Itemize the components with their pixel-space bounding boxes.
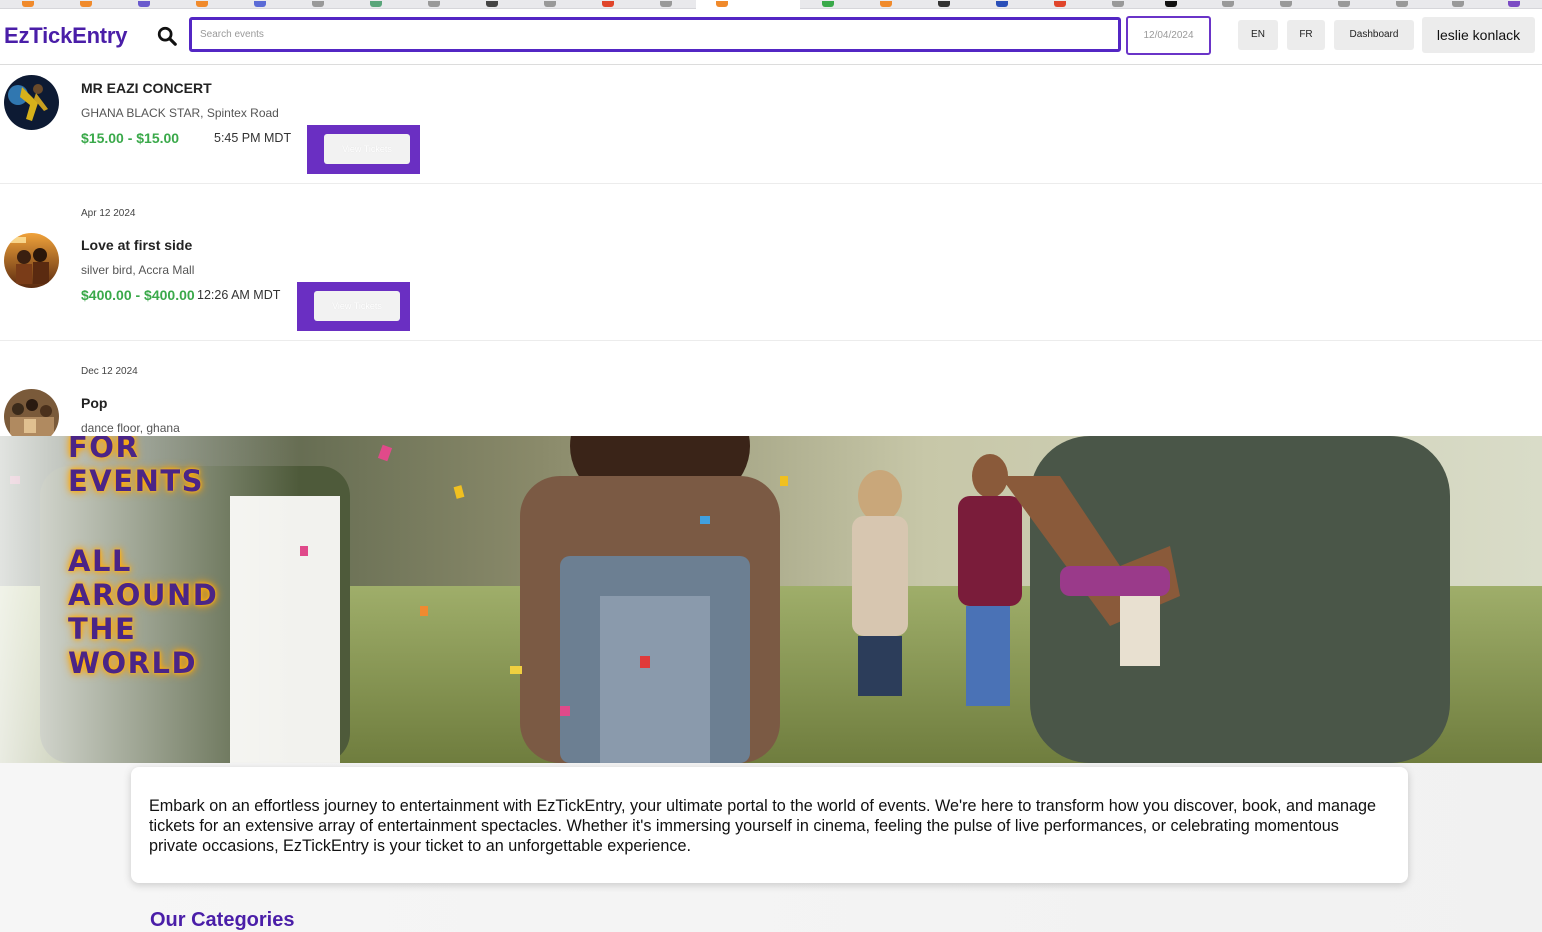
date-picker[interactable]: 12/04/2024 — [1126, 16, 1211, 55]
hero-banner: FOR EVENTS ALL AROUND THE WORLD — [0, 436, 1542, 763]
event-title[interactable]: Pop — [81, 395, 107, 411]
event-venue: silver bird, Accra Mall — [81, 263, 195, 277]
tab-favicon[interactable] — [1280, 1, 1292, 7]
active-browser-tab[interactable] — [696, 0, 800, 9]
event-thumbnail[interactable] — [4, 233, 59, 288]
event-price: $15.00 - $15.00 — [81, 130, 180, 146]
tab-favicon[interactable] — [312, 1, 324, 7]
event-thumbnail[interactable] — [4, 75, 59, 130]
tab-favicon[interactable] — [80, 1, 92, 7]
dashboard-button[interactable]: Dashboard — [1334, 20, 1414, 50]
tab-favicon[interactable] — [1112, 1, 1124, 7]
tab-favicon[interactable] — [1165, 1, 1177, 7]
tab-favicon[interactable] — [1452, 1, 1464, 7]
event-thumbnail[interactable] — [4, 389, 59, 436]
top-navbar: EzTickEntry 12/04/2024 EN FR Dashboard l… — [0, 9, 1542, 65]
event-title[interactable]: Love at first side — [81, 237, 192, 253]
tab-favicon[interactable] — [822, 1, 834, 7]
user-menu-button[interactable]: leslie konlack — [1422, 17, 1535, 53]
event-venue: GHANA BLACK STAR, Spintex Road — [81, 106, 279, 120]
event-time: 5:45 PM MDT — [214, 131, 292, 145]
search-icon[interactable] — [156, 25, 178, 47]
tab-favicon[interactable] — [196, 1, 208, 7]
event-list: MR EAZI CONCERT GHANA BLACK STAR, Spinte… — [0, 66, 1542, 436]
hero-tagline: FOR EVENTS ALL AROUND THE WORLD — [68, 436, 218, 680]
tab-favicon[interactable] — [544, 1, 556, 7]
hero-line: EVENTS — [68, 464, 205, 498]
view-tickets-container: View Tickets — [307, 125, 420, 174]
tab-favicon[interactable] — [602, 1, 614, 7]
tab-favicon[interactable] — [1054, 1, 1066, 7]
tab-favicon[interactable] — [1338, 1, 1350, 7]
categories-heading: Our Categories — [150, 909, 295, 931]
lower-section: Embark on an effortless journey to enter… — [0, 763, 1542, 932]
hero-line: FOR — [68, 436, 140, 464]
tab-favicon[interactable] — [254, 1, 266, 7]
tab-favicon[interactable] — [880, 1, 892, 7]
tab-favicon[interactable] — [938, 1, 950, 7]
tab-favicon[interactable] — [1508, 1, 1520, 7]
hero-line: AROUND — [68, 578, 219, 612]
tab-favicon[interactable] — [716, 1, 728, 7]
tab-favicon[interactable] — [428, 1, 440, 7]
tab-favicon[interactable] — [138, 1, 150, 7]
event-date: Dec 12 2024 — [81, 366, 138, 377]
view-tickets-button[interactable]: View Tickets — [314, 291, 400, 321]
tab-favicon[interactable] — [660, 1, 672, 7]
tab-favicon[interactable] — [22, 1, 34, 7]
about-card: Embark on an effortless journey to enter… — [131, 767, 1408, 883]
event-item: MR EAZI CONCERT GHANA BLACK STAR, Spinte… — [0, 66, 1542, 184]
browser-tab-strip — [0, 0, 1542, 9]
tab-favicon[interactable] — [996, 1, 1008, 7]
tab-favicon[interactable] — [486, 1, 498, 7]
event-item: Dec 12 2024 Pop dance floor, ghana — [0, 341, 1542, 436]
search-input[interactable] — [189, 17, 1121, 52]
hero-line: ALL — [68, 544, 132, 578]
tab-favicon[interactable] — [370, 1, 382, 7]
hero-image — [0, 436, 1542, 763]
language-en-button[interactable]: EN — [1238, 20, 1278, 50]
event-price: $400.00 - $400.00 — [81, 287, 195, 303]
event-item: Apr 12 2024 Love at first side silver bi… — [0, 184, 1542, 341]
hero-line: WORLD — [68, 646, 198, 680]
view-tickets-button[interactable]: View Tickets — [324, 134, 410, 164]
event-time: 12:26 AM MDT — [197, 288, 281, 302]
event-date: Apr 12 2024 — [81, 208, 136, 219]
language-fr-button[interactable]: FR — [1287, 20, 1325, 50]
event-title[interactable]: MR EAZI CONCERT — [81, 80, 212, 96]
event-venue: dance floor, ghana — [81, 421, 180, 435]
tab-favicon[interactable] — [1222, 1, 1234, 7]
view-tickets-container: View Tickets — [297, 282, 410, 331]
about-text: Embark on an effortless journey to enter… — [149, 797, 1377, 855]
hero-line: THE — [68, 612, 137, 646]
tab-favicon[interactable] — [1396, 1, 1408, 7]
site-logo[interactable]: EzTickEntry — [4, 23, 128, 49]
